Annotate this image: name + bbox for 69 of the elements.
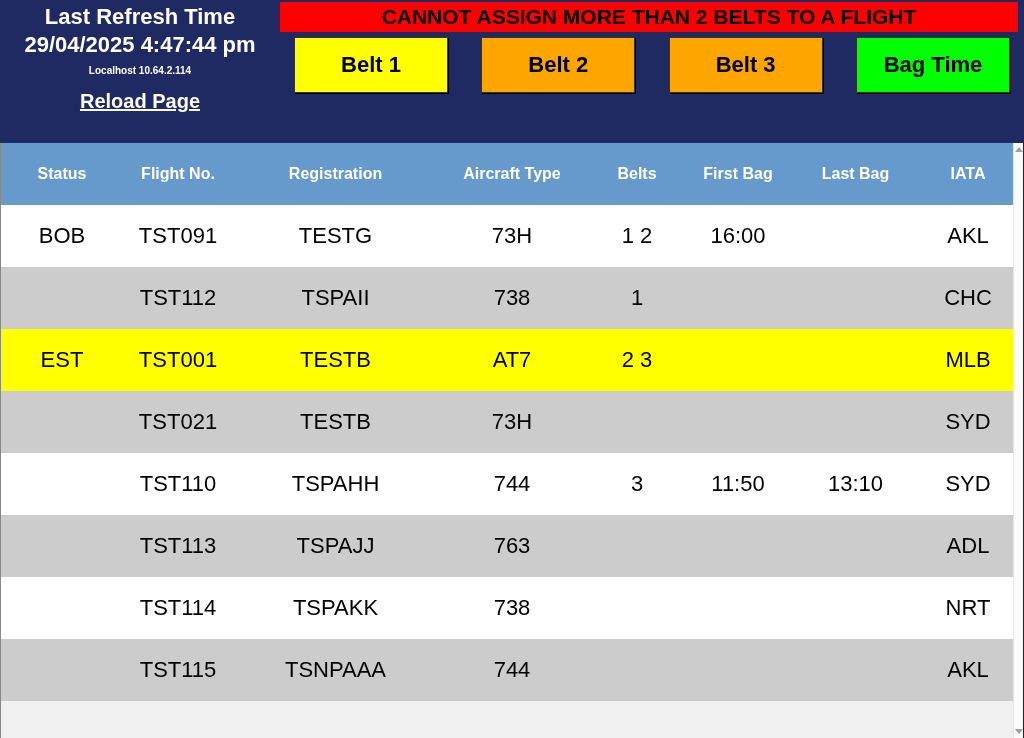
table-cell-text: 1 2: [620, 223, 654, 249]
table-cell-text: CHC: [943, 285, 993, 311]
table-cell-text: 1: [629, 285, 645, 311]
reload-link[interactable]: Reload Page: [79, 90, 200, 113]
table-cell-text: NRT: [944, 595, 992, 621]
table-cell-text: 73H: [490, 223, 534, 249]
refresh-label: Last Refresh Time: [44, 4, 236, 30]
scrollbar[interactable]: [1013, 143, 1024, 738]
table-cell-text: SYD: [944, 471, 992, 497]
table-cell-text: AT7: [491, 347, 533, 373]
belt-button[interactable]: Belt 3: [668, 37, 823, 93]
table-row[interactable]: EST TST001 TESTB AT7 2 3 MLB: [1, 329, 1013, 391]
host-address: Localhost 10.64.2.114: [88, 65, 192, 76]
scroll-down-icon[interactable]: [1014, 729, 1023, 734]
table-row[interactable]: TST110 TSPAHH 744 3 11:50 13:10 SYD: [1, 453, 1013, 515]
table-cell-text: TST001: [137, 347, 219, 373]
table-cell-text: 744: [492, 657, 532, 683]
table-cell-text: TST091: [137, 223, 219, 249]
table-cell-text: TST112: [138, 285, 218, 311]
table-cell-text: 3: [629, 471, 645, 497]
table-cell-text: 763: [492, 533, 532, 559]
column-header: Status: [36, 165, 88, 183]
table-cell-text: TST115: [138, 657, 218, 683]
column-header: IATA: [949, 165, 987, 183]
column-header: Aircraft Type: [462, 165, 562, 183]
table-row[interactable]: TST114 TSPAKK 738 NRT: [1, 577, 1013, 639]
scroll-up-icon[interactable]: [1014, 147, 1023, 152]
column-header: First Bag: [702, 165, 774, 183]
table-row[interactable]: TST115 TSNPAAA 744 AKL: [1, 639, 1013, 701]
belt-button[interactable]: Belt 1: [294, 37, 448, 93]
table-cell-text: TSPAKK: [291, 595, 380, 621]
table-cell-text: 2 3: [620, 347, 654, 373]
table-row[interactable]: TST113 TSPAJJ 763 ADL: [1, 515, 1013, 577]
table-cell-text: TSPAJJ: [295, 533, 376, 559]
column-header: Registration: [287, 165, 384, 183]
belt-button[interactable]: Bag Time: [856, 37, 1010, 93]
table-cell-text: TST021: [137, 409, 219, 435]
column-header: Belts: [616, 165, 658, 183]
table-cell-text: TST113: [138, 533, 218, 559]
table-cell-text: TSNPAAA: [283, 657, 388, 683]
table-cell-text: 738: [492, 595, 532, 621]
table-cell-text: 738: [492, 285, 532, 311]
table-cell-text: AKL: [946, 223, 990, 249]
table-row[interactable]: TST021 TESTB 73H SYD: [1, 391, 1013, 453]
table-cell-text: AKL: [946, 657, 990, 683]
table-cell-text: 16:00: [709, 223, 767, 249]
table-cell-text: TSPAHH: [290, 471, 381, 497]
table-row[interactable]: TST112 TSPAII 738 1 CHC: [1, 267, 1013, 329]
table-cell-text: MLB: [944, 347, 992, 373]
table-cell-text: 744: [492, 471, 532, 497]
table-cell-text: TESTB: [299, 347, 372, 373]
table-cell-text: TESTG: [297, 223, 374, 249]
table-cell-text: EST: [39, 347, 85, 373]
table-cell-text: 11:50: [710, 471, 766, 497]
table-cell-text: TST110: [138, 471, 218, 497]
column-header: Last Bag: [820, 165, 891, 183]
table-row[interactable]: BOB TST091 TESTG 73H 1 2 16:00 AKL: [1, 205, 1013, 267]
belt-button[interactable]: Belt 2: [481, 37, 636, 93]
table-cell-text: TSPAII: [300, 285, 371, 311]
column-header: Flight No.: [140, 165, 216, 183]
table-cell-text: ADL: [945, 533, 991, 559]
alert-banner: CANNOT ASSIGN MORE THAN 2 BELTS TO A FLIGHT: [280, 2, 1018, 32]
refresh-time: 29/04/2025 4:47:44 pm: [24, 31, 256, 59]
table-cell-text: BOB: [37, 223, 87, 249]
table-cell-text: 13:10: [826, 471, 885, 497]
table-cell-text: 73H: [490, 409, 534, 435]
table-cell-text: TST114: [138, 595, 218, 621]
table-cell-text: SYD: [944, 409, 992, 435]
table-cell-text: TESTB: [299, 409, 372, 435]
